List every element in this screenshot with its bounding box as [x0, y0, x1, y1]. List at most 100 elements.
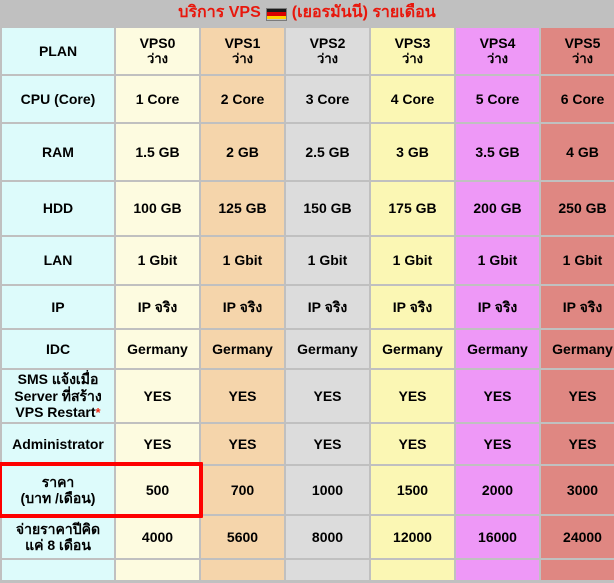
cell-hdd-vps2: 150 GB [286, 182, 369, 235]
year-label-line-2: แค่ 8 เดือน [25, 537, 91, 553]
column-header-vps5: VPS5 ว่าง [541, 28, 614, 74]
cell-partial-vps0 [116, 560, 199, 580]
cell-cpu-vps0: 1 Core [116, 76, 199, 122]
cell-sms-vps0: YES [116, 370, 199, 422]
cell-ip-vps5: IP จริง [541, 286, 614, 328]
cell-year-vps2: 8000 [286, 516, 369, 558]
column-header-vps0: VPS0 ว่าง [116, 28, 199, 74]
cell-ram-vps0: 1.5 GB [116, 124, 199, 180]
table-row: CPU (Core) 1 Core 2 Core 3 Core 4 Core 5… [2, 76, 614, 122]
vps-plans-table: PLAN VPS0 ว่าง VPS1 ว่าง VPS2 ว่าง VPS3 … [0, 26, 614, 582]
cell-partial-vps3 [371, 560, 454, 580]
column-status-vps1: ว่าง [232, 50, 253, 66]
cell-ram-vps5: 4 GB [541, 124, 614, 180]
row-label-ram: RAM [2, 124, 114, 180]
cell-partial-label [2, 560, 114, 580]
cell-lan-vps2: 1 Gbit [286, 237, 369, 284]
cell-cpu-vps5: 6 Core [541, 76, 614, 122]
cell-hdd-vps4: 200 GB [456, 182, 539, 235]
cell-admin-vps2: YES [286, 424, 369, 464]
price-label-line-1: ราคา [41, 473, 75, 490]
cell-lan-vps5: 1 Gbit [541, 237, 614, 284]
cell-idc-vps0: Germany [116, 330, 199, 368]
row-label-ip: IP [2, 286, 114, 328]
sms-label-line-2: Server ที่สร้าง [14, 387, 102, 404]
column-status-vps2: ว่าง [317, 50, 338, 66]
column-header-vps1: VPS1 ว่าง [201, 28, 284, 74]
cell-sms-vps5: YES [541, 370, 614, 422]
cell-cpu-vps2: 3 Core [286, 76, 369, 122]
cell-idc-vps4: Germany [456, 330, 539, 368]
cell-sms-vps1: YES [201, 370, 284, 422]
cell-year-vps5: 24000 [541, 516, 614, 558]
cell-admin-vps3: YES [371, 424, 454, 464]
cell-price-vps3: 1500 [371, 466, 454, 514]
cell-year-vps3: 12000 [371, 516, 454, 558]
table-row: LAN 1 Gbit 1 Gbit 1 Gbit 1 Gbit 1 Gbit 1… [2, 237, 614, 284]
cell-cpu-vps3: 4 Core [371, 76, 454, 122]
cell-price-vps4: 2000 [456, 466, 539, 514]
cell-cpu-vps4: 5 Core [456, 76, 539, 122]
row-label-hdd: HDD [2, 182, 114, 235]
cell-hdd-vps5: 250 GB [541, 182, 614, 235]
row-label-administrator: Administrator [2, 424, 114, 464]
column-status-vps3: ว่าง [402, 50, 423, 66]
cell-partial-vps2 [286, 560, 369, 580]
cell-idc-vps3: Germany [371, 330, 454, 368]
cell-ram-vps2: 2.5 GB [286, 124, 369, 180]
page-title-band: บริการ VPS (เยอรมันนี) รายเดือน [0, 0, 614, 26]
cell-cpu-vps1: 2 Core [201, 76, 284, 122]
row-label-lan: LAN [2, 237, 114, 284]
cell-hdd-vps1: 125 GB [201, 182, 284, 235]
cell-sms-vps3: YES [371, 370, 454, 422]
sms-label-line-3: VPS Restart* [15, 403, 101, 420]
cell-partial-vps4 [456, 560, 539, 580]
table-row: HDD 100 GB 125 GB 150 GB 175 GB 200 GB 2… [2, 182, 614, 235]
cell-year-vps4: 16000 [456, 516, 539, 558]
cell-idc-vps5: Germany [541, 330, 614, 368]
cell-lan-vps1: 1 Gbit [201, 237, 284, 284]
table-row: RAM 1.5 GB 2 GB 2.5 GB 3 GB 3.5 GB 4 GB [2, 124, 614, 180]
german-flag-icon [265, 7, 287, 21]
cell-partial-vps1 [201, 560, 284, 580]
cell-year-vps0: 4000 [116, 516, 199, 558]
cell-ram-vps4: 3.5 GB [456, 124, 539, 180]
cell-hdd-vps3: 175 GB [371, 182, 454, 235]
column-header-vps3: VPS3 ว่าง [371, 28, 454, 74]
cell-idc-vps1: Germany [201, 330, 284, 368]
column-status-vps5: ว่าง [572, 50, 593, 66]
cell-admin-vps0: YES [116, 424, 199, 464]
required-asterisk: * [95, 404, 101, 420]
cell-lan-vps0: 1 Gbit [116, 237, 199, 284]
cell-price-vps0: 500 [116, 466, 199, 514]
table-row-monthly-price: ราคา (บาท /เดือน) 500 700 1000 1500 2000… [2, 466, 614, 514]
table-row: Administrator YES YES YES YES YES YES [2, 424, 614, 464]
row-label-sms-notify: SMS แจ้งเมื่อ Server ที่สร้าง VPS Restar… [2, 370, 114, 422]
table-row-partial [2, 560, 614, 580]
table-row: IDC Germany Germany Germany Germany Germ… [2, 330, 614, 368]
table-row: SMS แจ้งเมื่อ Server ที่สร้าง VPS Restar… [2, 370, 614, 422]
cell-ip-vps1: IP จริง [201, 286, 284, 328]
cell-hdd-vps0: 100 GB [116, 182, 199, 235]
cell-sms-vps4: YES [456, 370, 539, 422]
cell-admin-vps4: YES [456, 424, 539, 464]
cell-admin-vps1: YES [201, 424, 284, 464]
cell-ip-vps3: IP จริง [371, 286, 454, 328]
cell-ip-vps2: IP จริง [286, 286, 369, 328]
cell-admin-vps5: YES [541, 424, 614, 464]
cell-partial-vps5 [541, 560, 614, 580]
column-header-vps2: VPS2 ว่าง [286, 28, 369, 74]
cell-price-vps2: 1000 [286, 466, 369, 514]
column-header-plan: PLAN [2, 28, 114, 74]
page-title-prefix: บริการ VPS [178, 4, 261, 21]
column-header-vps4: VPS4 ว่าง [456, 28, 539, 74]
cell-lan-vps3: 1 Gbit [371, 237, 454, 284]
sms-label-line-1: SMS แจ้งเมื่อ [17, 371, 99, 388]
cell-price-vps5: 3000 [541, 466, 614, 514]
table-header-row: PLAN VPS0 ว่าง VPS1 ว่าง VPS2 ว่าง VPS3 … [2, 28, 614, 74]
row-label-yearly-price: จ่ายราคาปีคิด แค่ 8 เดือน [2, 516, 114, 558]
row-label-idc: IDC [2, 330, 114, 368]
cell-ram-vps3: 3 GB [371, 124, 454, 180]
column-status-vps4: ว่าง [487, 50, 508, 66]
row-label-monthly-price: ราคา (บาท /เดือน) [2, 466, 114, 514]
